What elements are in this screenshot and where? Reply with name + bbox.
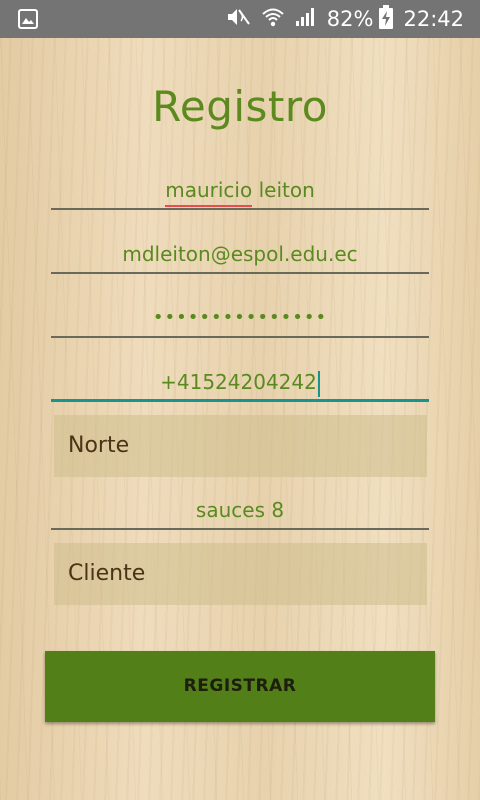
clock: 22:42 [403, 7, 464, 31]
role-spinner[interactable]: Cliente [54, 543, 427, 605]
register-button[interactable]: REGISTRAR [45, 651, 435, 722]
phone-field[interactable]: +41524204242 [51, 362, 429, 402]
role-selected-value: Cliente [68, 561, 146, 586]
name-rest-text: leiton [252, 178, 315, 202]
zone-spinner[interactable]: Norte [54, 415, 427, 477]
zone-selected-value: Norte [68, 433, 130, 458]
page-title: Registro [152, 82, 328, 131]
image-notification-icon [18, 9, 38, 29]
password-value: ••••••••••••••• [152, 307, 328, 328]
name-misspelled-word: mauricio [165, 170, 252, 210]
phone-value: +41524204242 [160, 370, 317, 394]
text-caret [317, 370, 320, 397]
status-icons: 82% 22:42 [225, 0, 464, 38]
email-field[interactable]: mdleiton@espol.edu.ec [51, 234, 429, 274]
address-field[interactable]: sauces 8 [51, 490, 429, 530]
password-field[interactable]: ••••••••••••••• [51, 298, 429, 338]
wifi-icon [261, 6, 285, 32]
mute-icon [225, 6, 251, 32]
battery-charging-icon [379, 5, 394, 33]
battery-percent: 82% [326, 7, 374, 31]
signal-icon [295, 6, 317, 32]
name-field[interactable]: mauricio leiton [51, 170, 429, 210]
address-value: sauces 8 [195, 498, 285, 522]
status-bar: 82% 22:42 [0, 0, 480, 38]
email-value: mdleiton@espol.edu.ec [122, 242, 358, 266]
